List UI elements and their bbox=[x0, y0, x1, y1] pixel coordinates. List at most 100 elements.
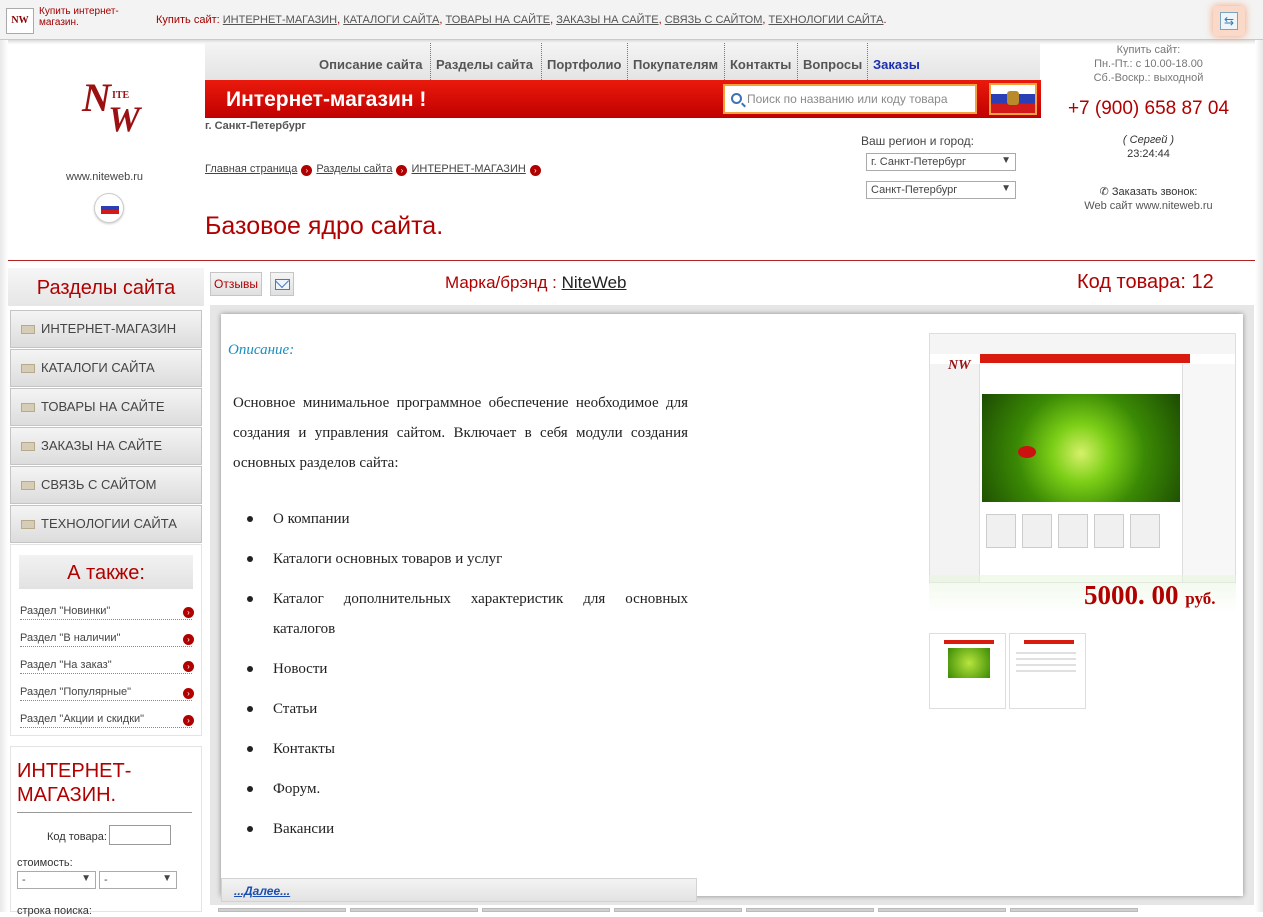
breadcrumb-shop[interactable]: ИНТЕРНЕТ-МАГАЗИН bbox=[411, 163, 525, 175]
left-page-shadow bbox=[0, 40, 8, 912]
description-label: Описание: bbox=[228, 342, 295, 358]
section-icon bbox=[21, 481, 35, 490]
language-flag-icon[interactable] bbox=[94, 193, 124, 223]
price-to-select[interactable]: - ▼ bbox=[99, 871, 177, 889]
list-item: Контакты bbox=[243, 734, 688, 764]
price-label: стоимость: bbox=[17, 857, 73, 869]
breadcrumb: Главная страница › Разделы сайта › ИНТЕРНЕТ-… bbox=[205, 163, 545, 176]
sidebar-item-contact[interactable]: СВЯЗЬ С САЙТОМ bbox=[10, 466, 202, 504]
russian-flag-icon[interactable] bbox=[989, 83, 1037, 115]
region-select[interactable]: г. Санкт-Петербург ▼ bbox=[866, 153, 1016, 171]
product-code: Код товара: 12 bbox=[1077, 271, 1214, 293]
chevron-right-icon: › bbox=[183, 607, 194, 618]
sidebar-item-catalogs[interactable]: КАТАЛОГИ САЙТА bbox=[10, 349, 202, 387]
city-caption: г. Санкт-Петербург bbox=[205, 120, 307, 132]
section-icon bbox=[21, 325, 35, 334]
nav-sections[interactable]: Разделы сайта bbox=[436, 57, 533, 72]
price-tag: 5000. 00 руб. bbox=[1084, 580, 1216, 610]
chevron-down-icon: ▼ bbox=[162, 873, 172, 884]
search-string-label: строка поиска: bbox=[17, 905, 92, 917]
also-link-in-stock[interactable]: Раздел "В наличии" › bbox=[20, 632, 194, 647]
also-link-sales[interactable]: Раздел "Акции и скидки" › bbox=[20, 713, 194, 728]
nav-questions[interactable]: Вопросы bbox=[803, 57, 862, 72]
swap-arrows-icon: ⇆ bbox=[1220, 12, 1238, 30]
chevron-down-icon: ▼ bbox=[1001, 183, 1011, 194]
site-url: www.niteweb.ru bbox=[66, 171, 144, 183]
right-page-shadow bbox=[1255, 40, 1263, 912]
thumbnail-1[interactable] bbox=[929, 633, 1006, 709]
nav-contacts[interactable]: Контакты bbox=[730, 57, 791, 72]
buy-link-goods[interactable]: ТОВАРЫ НА САЙТЕ bbox=[446, 14, 551, 26]
phone-number[interactable]: +7 (900) 658 87 04 bbox=[1042, 98, 1255, 120]
nav-description[interactable]: Описание сайта bbox=[319, 57, 422, 72]
product-preview-image[interactable]: NW bbox=[929, 333, 1236, 583]
nav-portfolio[interactable]: Портфолио bbox=[547, 57, 621, 72]
search-box bbox=[723, 84, 977, 114]
buy-link-catalogs[interactable]: КАТАЛОГИ САЙТА bbox=[343, 14, 439, 26]
buy-site-links: Купить сайт: ИНТЕРНЕТ-МАГАЗИН, КАТАЛОГИ … bbox=[156, 14, 887, 26]
price-from-select[interactable]: - ▼ bbox=[17, 871, 96, 889]
sidebar-item-shop[interactable]: ИНТЕРНЕТ-МАГАЗИН bbox=[10, 310, 202, 348]
top-navigation: Описание сайта Разделы сайта Портфолио П… bbox=[205, 43, 1040, 80]
product-code-input[interactable] bbox=[109, 825, 171, 845]
contact-person: ( Сергей ) bbox=[1122, 134, 1175, 146]
list-item: Каталоги основных товаров и услуг bbox=[243, 544, 688, 574]
filter-panel: ИНТЕРНЕТ-МАГАЗИН. Код товара: стоимость:… bbox=[10, 746, 202, 917]
list-item: Статьи bbox=[243, 694, 688, 724]
clock-time: 23:24:44 bbox=[1127, 148, 1170, 160]
list-item: Новости bbox=[243, 654, 688, 684]
also-link-on-order[interactable]: Раздел "На заказ" › bbox=[20, 659, 194, 674]
search-input[interactable] bbox=[747, 90, 973, 108]
mini-logo[interactable]: NW bbox=[6, 8, 34, 34]
section-icon bbox=[21, 520, 35, 529]
list-item: Каталог дополнительных характеристик для… bbox=[243, 584, 688, 644]
buy-link-shop[interactable]: ИНТЕРНЕТ-МАГАЗИН bbox=[223, 14, 337, 26]
feature-list: О компании Каталоги основных товаров и у… bbox=[243, 504, 688, 854]
web-site-line: Web сайт www.niteweb.ru bbox=[1084, 200, 1213, 212]
also-link-popular[interactable]: Раздел "Популярные" › bbox=[20, 686, 194, 701]
chevron-right-icon: › bbox=[301, 165, 313, 176]
nav-orders[interactable]: Заказы bbox=[873, 57, 920, 72]
reviews-button[interactable]: Отзывы bbox=[210, 272, 262, 296]
description-text: Основное минимальное программное обеспеч… bbox=[233, 395, 688, 471]
code-label: Код товара: bbox=[47, 831, 107, 843]
chevron-right-icon: › bbox=[183, 634, 194, 645]
site-logo[interactable]: N ITE W bbox=[70, 70, 150, 150]
buy-link-contact[interactable]: СВЯЗЬ С САЙТОМ bbox=[665, 14, 763, 26]
top-strip: NW Купить интернет-магазин. Купить сайт:… bbox=[0, 0, 1263, 40]
work-hours: Купить сайт: Пн.-Пт.: с 10.00-18.00 Сб.-… bbox=[1093, 44, 1204, 84]
thumbnail-2[interactable] bbox=[1009, 633, 1086, 709]
preview-logo: NW bbox=[948, 358, 971, 373]
more-bar: ...Далее... bbox=[221, 878, 697, 902]
swap-button[interactable]: ⇆ bbox=[1213, 6, 1245, 36]
brand-link[interactable]: NiteWeb bbox=[562, 273, 627, 292]
chevron-down-icon: ▼ bbox=[1001, 155, 1011, 166]
order-callback-link[interactable]: ✆ Заказать звонок: bbox=[1042, 185, 1255, 198]
mini-title-link[interactable]: Купить интернет-магазин. bbox=[39, 6, 149, 28]
read-more-link[interactable]: ...Далее... bbox=[234, 884, 290, 898]
chevron-right-icon: › bbox=[183, 661, 194, 672]
banner-title: Интернет-магазин ! bbox=[226, 88, 427, 111]
breadcrumb-home[interactable]: Главная страница bbox=[205, 163, 297, 175]
page-title: Базовое ядро сайта. bbox=[205, 212, 444, 240]
search-icon[interactable] bbox=[731, 93, 742, 104]
nav-customers[interactable]: Покупателям bbox=[633, 57, 718, 72]
sidebar-item-goods[interactable]: ТОВАРЫ НА САЙТЕ bbox=[10, 388, 202, 426]
header-divider bbox=[8, 260, 1255, 261]
chevron-right-icon: › bbox=[183, 715, 194, 726]
sidebar-item-orders[interactable]: ЗАКАЗЫ НА САЙТЕ bbox=[10, 427, 202, 465]
mail-button[interactable] bbox=[270, 272, 294, 296]
chevron-right-icon: › bbox=[396, 165, 408, 176]
buy-link-tech[interactable]: ТЕХНОЛОГИИ САЙТА bbox=[769, 14, 884, 26]
also-link-new[interactable]: Раздел "Новинки" › bbox=[20, 605, 194, 620]
breadcrumb-sections[interactable]: Разделы сайта bbox=[316, 163, 392, 175]
buy-link-orders[interactable]: ЗАКАЗЫ НА САЙТЕ bbox=[556, 14, 658, 26]
envelope-icon bbox=[275, 279, 290, 290]
sidebar-item-tech[interactable]: ТЕХНОЛОГИИ САЙТА bbox=[10, 505, 202, 543]
section-icon bbox=[21, 442, 35, 451]
city-select[interactable]: Санкт-Петербург ▼ bbox=[866, 181, 1016, 199]
chevron-right-icon: › bbox=[183, 688, 194, 699]
list-item: Вакансии bbox=[243, 814, 688, 844]
list-item: Форум. bbox=[243, 774, 688, 804]
brand-line: Марка/брэнд : NiteWeb bbox=[445, 273, 627, 292]
